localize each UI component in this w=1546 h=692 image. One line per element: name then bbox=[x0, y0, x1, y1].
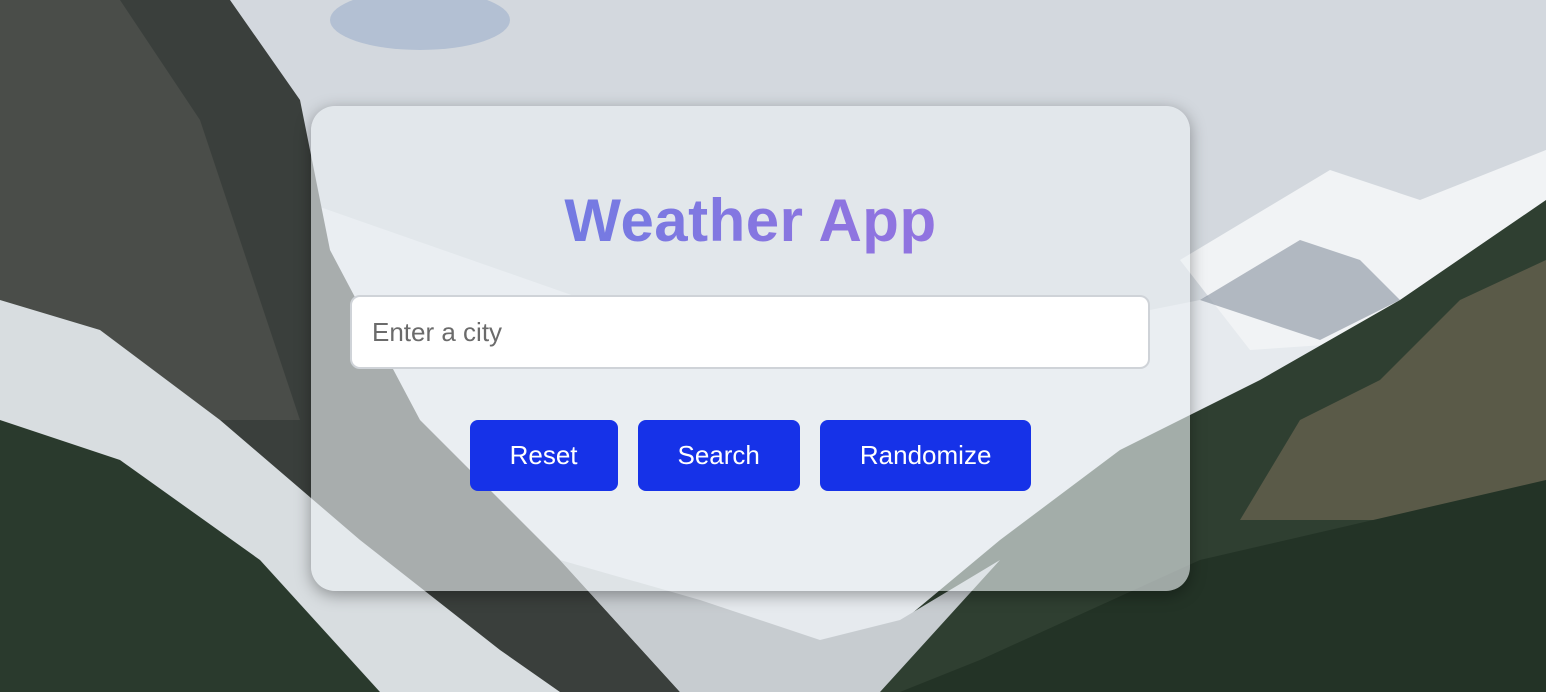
button-row: Reset Search Randomize bbox=[311, 420, 1190, 491]
search-field-wrapper bbox=[350, 295, 1150, 369]
city-search-input[interactable] bbox=[350, 295, 1150, 369]
weather-card: Weather App Reset Search Randomize bbox=[311, 106, 1190, 591]
randomize-button[interactable]: Randomize bbox=[819, 420, 1032, 491]
reset-button[interactable]: Reset bbox=[469, 420, 618, 491]
search-button[interactable]: Search bbox=[637, 420, 800, 491]
app-title: Weather App bbox=[311, 186, 1190, 256]
